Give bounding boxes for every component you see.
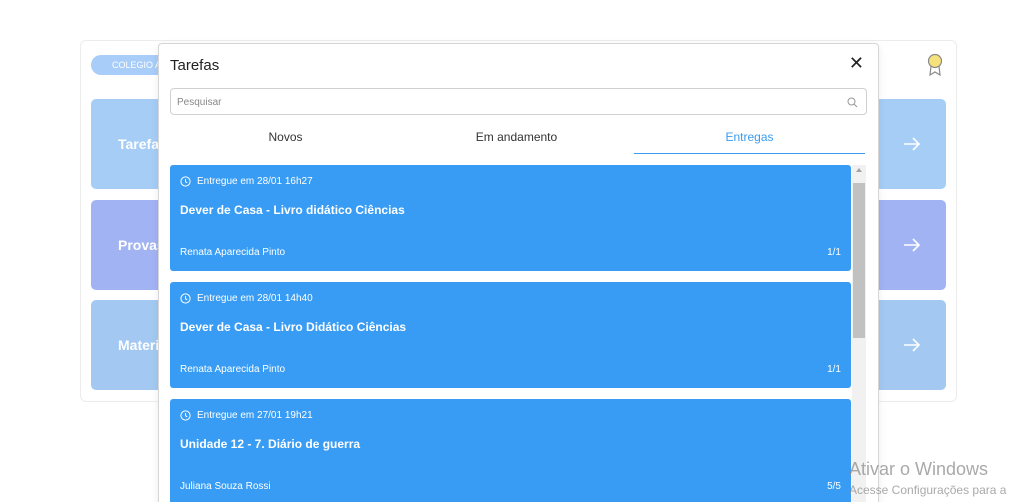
task-item[interactable]: Entregue em 27/01 19h21 Unidade 12 - 7. … bbox=[170, 399, 851, 502]
clock-icon bbox=[180, 410, 191, 421]
tile-tarefas-arrow[interactable] bbox=[878, 99, 946, 189]
task-count: 5/5 bbox=[827, 481, 841, 492]
close-icon[interactable]: ✕ bbox=[849, 54, 864, 72]
windows-activation-title: Ativar o Windows bbox=[849, 459, 989, 479]
task-count: 1/1 bbox=[827, 364, 841, 375]
task-date-text: Entregue em 28/01 14h40 bbox=[197, 293, 313, 304]
task-title: Dever de Casa - Livro Didático Ciências bbox=[180, 320, 407, 334]
task-date: Entregue em 28/01 14h40 bbox=[180, 293, 313, 304]
search-input[interactable] bbox=[177, 93, 837, 111]
task-teacher: Juliana Souza Rossi bbox=[180, 481, 271, 492]
arrow-right-icon bbox=[904, 338, 921, 352]
search-field[interactable] bbox=[170, 88, 867, 115]
tabs: Novos Em andamento Entregas bbox=[170, 126, 865, 154]
task-title: Unidade 12 - 7. Diário de guerra bbox=[180, 437, 361, 451]
windows-activation-subtitle: Acesse Configurações para a bbox=[849, 483, 1007, 497]
task-date-text: Entregue em 27/01 19h21 bbox=[197, 410, 313, 421]
scroll-up-arrow-icon[interactable] bbox=[856, 168, 862, 172]
task-date: Entregue em 27/01 19h21 bbox=[180, 410, 313, 421]
scroll-thumb[interactable] bbox=[853, 183, 865, 338]
task-teacher: Renata Aparecida Pinto bbox=[180, 364, 286, 375]
modal-title: Tarefas bbox=[170, 57, 220, 74]
award-icon[interactable] bbox=[925, 52, 945, 78]
task-list: Entregue em 28/01 16h27 Dever de Casa - … bbox=[170, 165, 851, 502]
search-icon bbox=[847, 97, 858, 108]
arrow-right-icon bbox=[904, 238, 921, 252]
tasks-modal: Tarefas ✕ Novos Em andamento Entregas En… bbox=[158, 43, 879, 502]
tab-em-andamento[interactable]: Em andamento bbox=[401, 126, 632, 154]
clock-icon bbox=[180, 293, 191, 304]
task-date-text: Entregue em 28/01 16h27 bbox=[197, 176, 313, 187]
task-count: 1/1 bbox=[827, 247, 841, 258]
clock-icon bbox=[180, 176, 191, 187]
tab-novos[interactable]: Novos bbox=[170, 126, 401, 154]
arrow-right-icon bbox=[904, 137, 921, 151]
task-title: Dever de Casa - Livro didático Ciências bbox=[180, 203, 405, 217]
list-scrollbar[interactable] bbox=[852, 165, 866, 502]
tile-provas-arrow[interactable] bbox=[878, 200, 946, 290]
tile-materiais-arrow[interactable] bbox=[878, 300, 946, 390]
task-teacher: Renata Aparecida Pinto bbox=[180, 247, 286, 258]
task-item[interactable]: Entregue em 28/01 14h40 Dever de Casa - … bbox=[170, 282, 851, 388]
task-date: Entregue em 28/01 16h27 bbox=[180, 176, 313, 187]
task-item[interactable]: Entregue em 28/01 16h27 Dever de Casa - … bbox=[170, 165, 851, 271]
tab-entregas[interactable]: Entregas bbox=[634, 126, 865, 154]
